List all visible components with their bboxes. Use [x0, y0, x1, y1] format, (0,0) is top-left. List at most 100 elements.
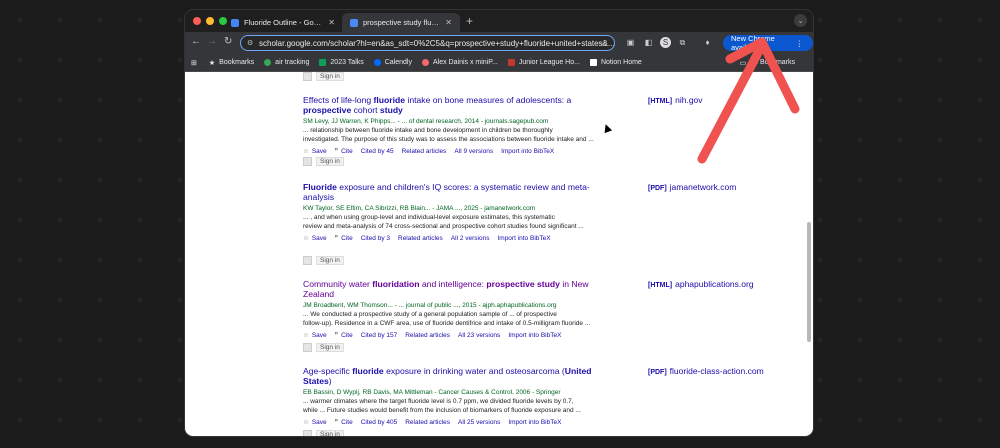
result-authors: EB Bassin, D Wypij, RB Davis, MA Mittlem… [303, 389, 561, 396]
bibtex-link[interactable]: Import into BibTeX [508, 418, 561, 427]
file-type-tag: [PDF] [648, 369, 667, 376]
site-info-icon[interactable]: ⚙ [247, 39, 253, 47]
tab-fluoride-outline[interactable]: Fluoride Outline - Google Doc ✕ [223, 13, 343, 32]
full-text-link[interactable]: [HTML] aphapublications.org [648, 279, 754, 289]
bookmark-item-air-tracking[interactable]: air tracking [264, 59, 309, 66]
full-text-link[interactable]: [PDF] fluoride-class-action.com [648, 366, 764, 376]
apps-grid-icon[interactable]: ⊞ [191, 59, 197, 67]
cited-by-link[interactable]: Cited by 157 [361, 331, 398, 340]
signin-chip[interactable]: Sign in [303, 256, 344, 265]
cited-by-link[interactable]: Cited by 45 [361, 147, 394, 156]
result-title-link[interactable]: Fluoride exposure and children's IQ scor… [303, 182, 603, 202]
versions-link[interactable]: All 9 versions [454, 147, 493, 156]
file-type-tag: [PDF] [648, 185, 667, 192]
result-title-link[interactable]: Community water fluoridation and intelli… [303, 279, 603, 299]
bookmark-star-icon[interactable]: ☆ [600, 38, 608, 49]
related-articles-link[interactable]: Related articles [405, 418, 450, 427]
search-result: Community water fluoridation and intelli… [303, 279, 603, 340]
bookmark-item-bookmarks[interactable]: ★ Bookmarks [209, 59, 254, 67]
asana-icon [422, 59, 429, 66]
new-tab-button[interactable]: + [466, 14, 473, 28]
result-snippet: ... warmer climates where the target flu… [303, 398, 574, 405]
bookmark-label: Calendly [384, 59, 412, 66]
tab-scholar-search[interactable]: prospective study fluoride u ✕ [342, 13, 460, 32]
minimize-window-button[interactable] [206, 17, 214, 25]
signin-box [303, 157, 312, 166]
cited-by-link[interactable]: Cited by 405 [361, 418, 398, 427]
search-result: Age-specific fluoride exposure in drinki… [303, 366, 603, 427]
globe-icon [264, 59, 272, 66]
forward-arrow-icon[interactable]: → [207, 36, 217, 47]
address-bar[interactable]: ⚙ scholar.google.com/scholar?hl=en&as_sd… [240, 35, 615, 51]
save-button[interactable]: ☆ Save [303, 418, 327, 427]
result-actions: ☆ Save ❞ Cite Cited by 405 Related article… [303, 418, 603, 427]
close-window-button[interactable] [193, 17, 201, 25]
full-text-link[interactable]: [PDF] jamanetwork.com [648, 182, 736, 192]
signin-chip[interactable]: Sign in [303, 343, 344, 352]
related-articles-link[interactable]: Related articles [405, 331, 450, 340]
result-snippet: ... relationship between fluoride intake… [303, 127, 553, 134]
save-button[interactable]: ☆ Save [303, 234, 327, 243]
bookmark-label: Notion Home [600, 59, 642, 66]
file-type-tag: [HTML] [648, 282, 673, 289]
bookmark-item-alex-dainis[interactable]: Alex Dainis x miniP... [422, 59, 498, 66]
reload-icon[interactable]: ↻ [224, 36, 232, 47]
related-articles-link[interactable]: Related articles [398, 234, 443, 243]
versions-link[interactable]: All 2 versions [451, 234, 490, 243]
signin-chip[interactable]: Sign in [303, 430, 344, 436]
result-title-link[interactable]: Age-specific fluoride exposure in drinki… [303, 366, 603, 386]
back-arrow-icon[interactable]: ← [191, 36, 201, 47]
extension-icon[interactable]: S [660, 37, 671, 48]
quote-icon: ❞ [334, 332, 339, 339]
window-controls [193, 17, 227, 25]
signin-chip[interactable]: Sign in [303, 157, 344, 166]
search-result: Effects of life-long fluoride intake on … [303, 95, 603, 156]
signin-label: Sign in [316, 157, 344, 166]
save-button[interactable]: ☆ Save [303, 331, 327, 340]
save-button[interactable]: ☆ Save [303, 147, 327, 156]
quote-icon: ❞ [334, 148, 339, 155]
signin-box [303, 430, 312, 436]
signin-box [303, 256, 312, 265]
signin-chip[interactable]: Sign in [303, 72, 344, 81]
close-icon[interactable]: ✕ [328, 18, 335, 27]
bookmark-item-2023-talks[interactable]: 2023 Talks [319, 59, 364, 66]
page-scrollbar[interactable] [807, 222, 811, 342]
versions-link[interactable]: All 23 versions [458, 331, 500, 340]
close-icon[interactable]: ✕ [445, 18, 452, 27]
cite-button[interactable]: ❞ Cite [335, 331, 353, 340]
search-result: Fluoride exposure and children's IQ scor… [303, 182, 603, 243]
versions-link[interactable]: All 25 versions [458, 418, 500, 427]
cited-by-link[interactable]: Cited by 3 [361, 234, 390, 243]
result-snippet: follow-up). Residence in a CWF area, use… [303, 320, 591, 327]
bookmark-label: Bookmarks [219, 59, 255, 66]
result-actions: ☆ Save ❞ Cite Cited by 157 Related article… [303, 331, 603, 340]
extension-icon[interactable]: ▣ [625, 37, 636, 48]
extension-icon[interactable]: ◧ [643, 37, 654, 48]
bookmark-label: Alex Dainis x miniP... [433, 59, 498, 66]
annotation-arrow-icon [697, 37, 800, 164]
signin-label: Sign in [316, 256, 344, 265]
source-domain: fluoride-class-action.com [669, 366, 764, 376]
bibtex-link[interactable]: Import into BibTeX [501, 147, 554, 156]
bookmark-label: 2023 Talks [330, 59, 364, 66]
result-title-link[interactable]: Effects of life-long fluoride intake on … [303, 95, 603, 115]
bookmark-item-notion-home[interactable]: Notion Home [589, 59, 642, 66]
google-docs-icon [231, 18, 239, 27]
cite-button[interactable]: ❞ Cite [335, 234, 353, 243]
result-snippet: ... We conducted a prospective study of … [303, 311, 557, 318]
puzzle-icon[interactable]: ⧉ [677, 37, 688, 48]
cite-button[interactable]: ❞ Cite [335, 147, 353, 156]
bookmark-label: air tracking [275, 59, 310, 66]
cite-button[interactable]: ❞ Cite [335, 418, 353, 427]
signin-label: Sign in [316, 430, 344, 436]
result-snippet: while ... Future studies would benefit f… [303, 407, 581, 414]
related-articles-link[interactable]: Related articles [402, 147, 447, 156]
bookmark-item-calendly[interactable]: Calendly [373, 59, 412, 66]
bibtex-link[interactable]: Import into BibTeX [497, 234, 550, 243]
bibtex-link[interactable]: Import into BibTeX [508, 331, 561, 340]
notion-icon [589, 59, 597, 66]
scholar-icon [350, 18, 358, 27]
result-snippet: ... , and when using group-level and ind… [303, 214, 555, 221]
bookmark-item-junior-league[interactable]: Junior League Ho... [507, 59, 580, 66]
